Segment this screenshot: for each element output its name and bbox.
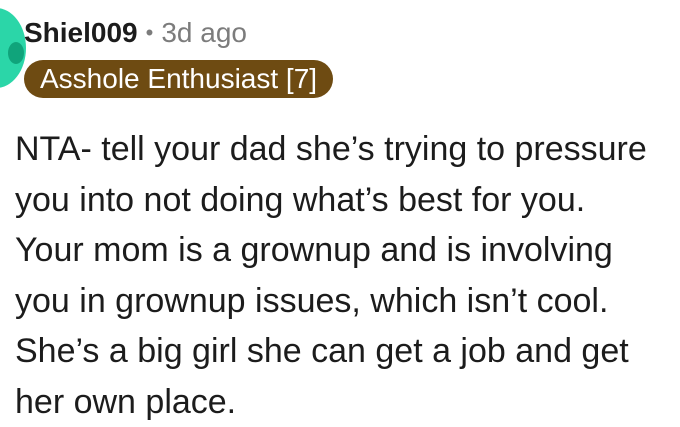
user-avatar[interactable]: [0, 8, 26, 88]
comment-line: her own place.: [15, 377, 675, 427]
separator-dot: •: [146, 22, 154, 44]
snoo-avatar-icon: [8, 42, 24, 64]
comment-line: you in grownup issues, which isn’t cool.: [15, 276, 675, 327]
comment-line: you into not doing what’s best for you.: [15, 175, 675, 226]
comment-line: NTA- tell your dad she’s trying to press…: [15, 124, 675, 175]
user-flair-badge: Asshole Enthusiast [7]: [24, 60, 333, 98]
comment-line: Your mom is a grownup and is involving: [15, 225, 675, 276]
comment-line: She’s a big girl she can get a job and g…: [15, 326, 675, 377]
username-link[interactable]: Shiel009: [24, 17, 138, 49]
comment-header: Shiel009 • 3d ago: [24, 16, 247, 50]
comment-timestamp[interactable]: 3d ago: [161, 17, 247, 49]
comment-body: NTA- tell your dad she’s trying to press…: [15, 124, 675, 427]
